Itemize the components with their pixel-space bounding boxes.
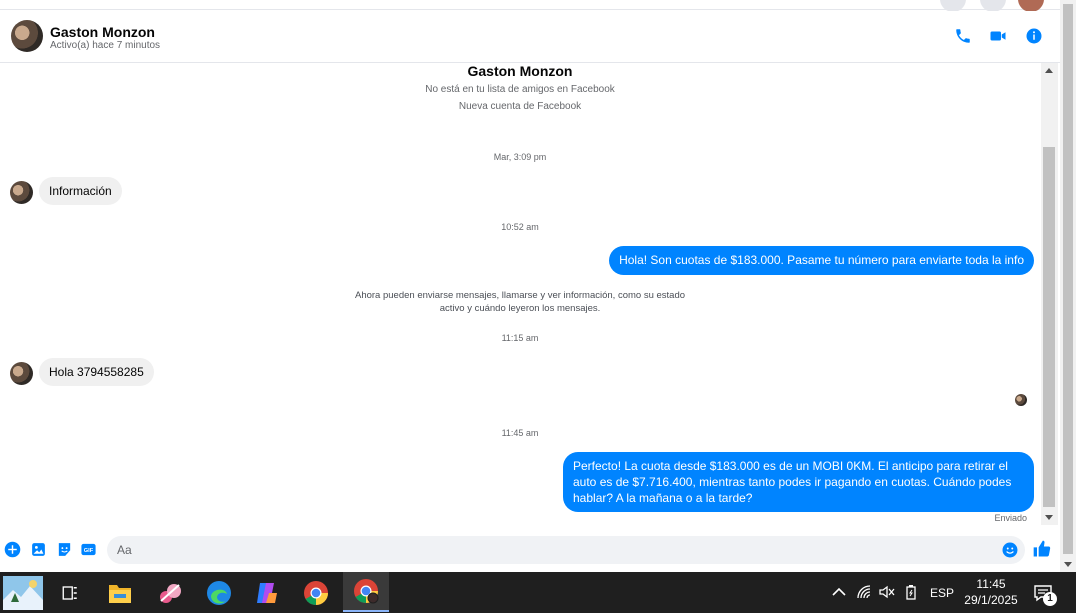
video-call-icon[interactable]	[989, 27, 1007, 45]
intro-friend-note: No está en tu lista de amigos en Faceboo…	[425, 84, 615, 95]
language-indicator[interactable]: ESP	[930, 572, 954, 613]
sticker-icon[interactable]	[56, 541, 73, 558]
page-scroll-thumb[interactable]	[1063, 4, 1073, 554]
message-composer: GIF	[0, 531, 1060, 569]
scroll-down-arrow[interactable]	[1045, 515, 1053, 520]
intro-new-account-note: Nueva cuenta de Facebook	[458, 101, 582, 112]
info-icon[interactable]	[1025, 27, 1043, 45]
seen-indicator-avatar	[1015, 394, 1027, 406]
message-thread: Gaston Monzon No está en tu lista de ami…	[0, 63, 1040, 530]
chrome-profile-icon	[354, 579, 379, 604]
notification-count-badge: 1	[1043, 592, 1057, 606]
system-clock[interactable]: 11:45 29/1/2025	[955, 576, 1027, 608]
copilot-button[interactable]	[251, 577, 283, 609]
edge-browser-button[interactable]	[203, 577, 235, 609]
phone-icon[interactable]	[954, 27, 972, 45]
timestamp: 11:15 am	[501, 333, 539, 343]
task-view-button[interactable]	[54, 577, 86, 609]
plus-icon[interactable]	[4, 541, 21, 558]
timestamp: Mar, 3:09 pm	[493, 152, 547, 162]
notice-line-2: activo y cuándo leyeron los mensajes.	[439, 303, 601, 314]
incoming-message[interactable]: Información	[39, 177, 122, 205]
chrome-profile-button[interactable]	[343, 572, 389, 612]
sent-status: Enviado	[994, 513, 1027, 523]
svg-text:GIF: GIF	[84, 548, 94, 554]
chrome-icon	[304, 581, 328, 605]
photo-icon[interactable]	[30, 541, 47, 558]
battery-icon[interactable]	[903, 583, 919, 601]
outgoing-message[interactable]: Perfecto! La cuota desde $183.000 es de …	[563, 452, 1034, 512]
timestamp: 11:45 am	[501, 428, 539, 438]
contact-name[interactable]: Gaston Monzon	[50, 24, 155, 40]
volume-muted-icon[interactable]	[878, 584, 896, 600]
timestamp: 10:52 am	[501, 222, 539, 232]
page-scrollbar[interactable]	[1060, 0, 1076, 572]
notifications-button[interactable]: 1	[1033, 583, 1057, 606]
sender-avatar[interactable]	[10, 181, 33, 204]
folder-icon	[109, 585, 131, 603]
file-explorer-button[interactable]	[104, 577, 136, 609]
snip-icon	[160, 584, 181, 603]
message-line: Perfecto! La cuota desde $183.000 es de …	[573, 459, 1008, 473]
message-input[interactable]	[107, 536, 987, 564]
chevron-up-icon[interactable]	[832, 586, 846, 598]
scroll-thumb[interactable]	[1043, 147, 1055, 507]
contact-status: Activo(a) hace 7 minutos	[50, 40, 161, 51]
edge-icon	[207, 581, 231, 605]
conversation-header: Gaston Monzon Activo(a) hace 7 minutos	[0, 11, 1060, 63]
page-scroll-down-arrow[interactable]	[1064, 562, 1072, 567]
intro-contact-name: Gaston Monzon	[467, 63, 573, 79]
message-line: hablar? A la mañana o a la tarde?	[573, 491, 753, 505]
task-view-icon	[62, 586, 77, 600]
contact-avatar[interactable]	[11, 20, 43, 52]
incoming-message[interactable]: Hola 3794558285	[39, 358, 154, 386]
chrome-button[interactable]	[300, 577, 332, 609]
clock-time: 11:45	[976, 577, 1006, 591]
sender-avatar[interactable]	[10, 362, 33, 385]
network-icon[interactable]	[856, 584, 872, 600]
emoji-icon[interactable]	[1001, 541, 1019, 559]
weather-widget[interactable]	[2, 574, 44, 612]
snipping-tool-button[interactable]	[154, 577, 186, 609]
message-input-wrapper	[107, 536, 1025, 564]
scroll-up-arrow[interactable]	[1045, 68, 1053, 73]
gif-icon[interactable]: GIF	[80, 541, 97, 558]
notice-line-1: Ahora pueden enviarse mensajes, llamarse…	[354, 290, 686, 301]
browser-top-strip	[0, 0, 1076, 12]
windows-taskbar: ESP 11:45 29/1/2025 1	[0, 572, 1076, 613]
message-line: auto es de $7.716.400, mientras tanto po…	[573, 475, 1012, 489]
messenger-window: Gaston Monzon Activo(a) hace 7 minutos G…	[0, 0, 1076, 613]
clock-date: 29/1/2025	[964, 593, 1018, 607]
thread-scrollbar[interactable]	[1041, 63, 1058, 525]
winter-scene-icon	[3, 576, 43, 610]
copilot-icon	[257, 583, 277, 603]
outgoing-message[interactable]: Hola! Son cuotas de $183.000. Pasame tu …	[609, 246, 1034, 275]
like-icon[interactable]	[1032, 539, 1052, 559]
